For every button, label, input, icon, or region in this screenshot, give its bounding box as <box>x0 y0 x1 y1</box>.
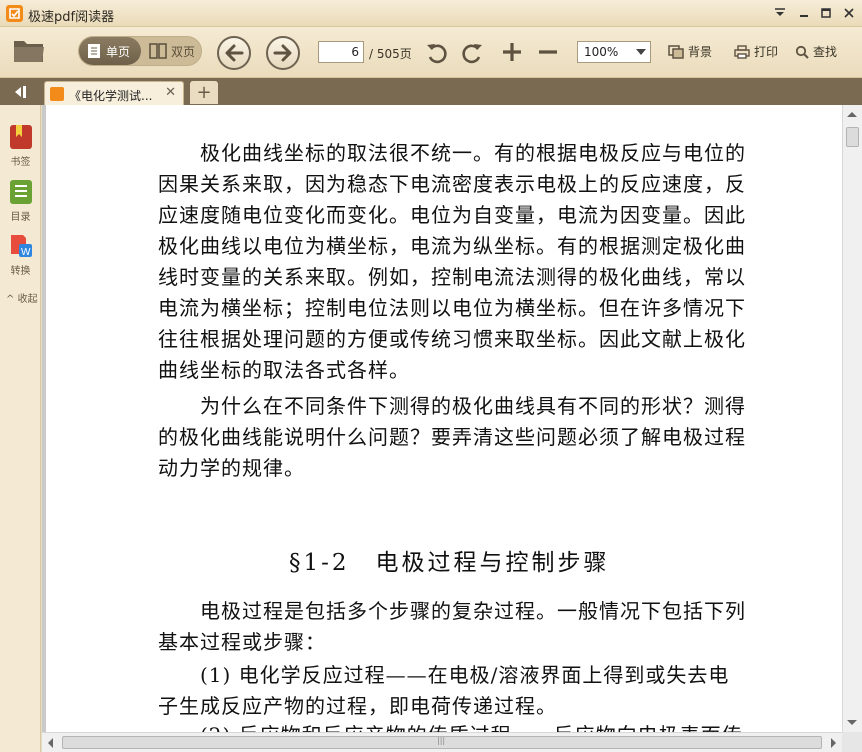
double-page-label: 双页 <box>171 44 196 59</box>
sidebar-item-label: 目录 <box>10 212 31 223</box>
close-icon[interactable] <box>839 4 859 22</box>
tab-bar: 《电化学测试... ✕ + <box>0 78 862 105</box>
pdf-to-word-icon: W <box>10 235 32 258</box>
text-line: 动力学的规律。 <box>158 456 305 480</box>
rotate-cw-icon <box>462 44 482 64</box>
chevron-up-icon: ^ <box>6 294 15 305</box>
single-page-label: 单页 <box>106 44 131 59</box>
sidebar-collapse-label: 收起 <box>17 294 38 305</box>
document-tab-label: 《电化学测试... <box>69 89 153 103</box>
page-total: / 505页 <box>369 47 412 61</box>
text-line: 的极化曲线能说明什么问题？要弄清这些问题必须了解电极过程 <box>158 425 746 449</box>
scroll-corner <box>842 732 862 752</box>
vertical-scroll-thumb[interactable] <box>846 127 859 147</box>
maximize-icon[interactable] <box>816 4 836 22</box>
pdf-page: 极化曲线坐标的取法很不统一。有的根据电极反应与电位的 因果关系来取，因为稳态下电… <box>46 105 842 732</box>
page-number-input[interactable]: 6 <box>318 41 364 63</box>
pdf-file-icon <box>50 87 64 101</box>
arrow-right-icon <box>273 44 292 62</box>
text-line: 线时变量的关系来取。例如，控制电流法测得的极化曲线，常以 <box>158 265 746 289</box>
text-line: 极化曲线坐标的取法很不统一。有的根据电极反应与电位的 <box>200 141 746 165</box>
sidebar-toggle-button[interactable] <box>0 78 40 105</box>
rotate-left-button[interactable] <box>425 41 449 69</box>
app-logo-icon <box>6 5 23 22</box>
text-line: 电极过程是包括多个步骤的复杂过程。一般情况下包括下列 <box>200 599 746 623</box>
toolbar: 单页 双页 6 / 505页 100% 背景 打印 查找 <box>0 27 862 78</box>
text-line: 极化曲线以电位为横坐标，电流为纵坐标。有的根据测定极化曲 <box>158 234 746 258</box>
view-mode-toggle: 单页 双页 <box>78 36 202 66</box>
svg-text:W: W <box>21 247 31 258</box>
text-line: 因果关系来取，因为稳态下电流密度表示电极上的反应速度，反 <box>158 172 746 196</box>
text-line: 子生成反应产物的过程，即电荷传递过程。 <box>158 694 557 718</box>
text-line: 曲线坐标的取法各式各样。 <box>158 358 410 382</box>
text-line: 电流为横坐标；控制电位法则以电位为横坐标。但在许多情况下 <box>158 296 746 320</box>
plus-icon <box>503 43 521 61</box>
text-line: 基本过程或步骤： <box>158 630 326 654</box>
scroll-left-icon[interactable] <box>48 738 53 748</box>
double-page-button[interactable]: 双页 <box>143 37 201 65</box>
sidebar: 书签 目录 W 转换 ^ 收起 <box>0 105 41 752</box>
horizontal-scrollbar[interactable]: ||| <box>42 732 842 752</box>
background-icon <box>668 44 684 59</box>
sidebar-collapse-button[interactable]: ^ 收起 <box>6 290 38 305</box>
vertical-scrollbar[interactable] <box>842 105 862 732</box>
minus-icon <box>539 50 557 54</box>
new-tab-button[interactable]: + <box>190 81 218 104</box>
background-button[interactable]: 背景 <box>668 43 712 60</box>
scroll-grip-icon: ||| <box>437 736 446 745</box>
printer-icon <box>734 44 750 59</box>
scroll-up-icon[interactable] <box>847 112 857 117</box>
zoom-in-button[interactable] <box>501 41 523 67</box>
sidebar-item-outline[interactable]: 目录 <box>0 174 41 226</box>
sidebar-item-label: 转换 <box>10 266 31 277</box>
next-page-button[interactable] <box>266 36 300 70</box>
bookmark-icon <box>9 125 32 149</box>
single-page-icon <box>88 44 100 58</box>
text-line: (2) 反应物和反应产物的传质过程——反应物向电极表面传 <box>200 719 810 732</box>
single-page-button[interactable]: 单页 <box>79 37 141 65</box>
title-bar: 极速pdf阅读器 <box>0 0 862 27</box>
rotate-ccw-icon <box>427 44 447 64</box>
tab-close-icon[interactable]: ✕ <box>165 85 176 100</box>
menu-dropdown-icon[interactable] <box>770 4 790 22</box>
sidebar-item-convert[interactable]: W 转换 <box>0 228 41 280</box>
document-viewer[interactable]: 极化曲线坐标的取法很不统一。有的根据电极反应与电位的 因果关系来取，因为稳态下电… <box>42 105 842 732</box>
sidebar-item-label: 书签 <box>10 157 31 168</box>
open-folder-button[interactable] <box>12 36 46 68</box>
window-title: 极速pdf阅读器 <box>28 10 115 25</box>
minimize-icon[interactable] <box>794 4 814 22</box>
double-page-icon <box>149 43 167 59</box>
search-icon <box>795 45 809 59</box>
scroll-right-icon[interactable] <box>831 738 836 748</box>
outline-icon <box>9 180 32 204</box>
arrow-left-icon <box>225 44 244 62</box>
sidebar-item-bookmarks[interactable]: 书签 <box>0 119 41 171</box>
collapse-left-icon <box>15 85 26 98</box>
zoom-value: 100% <box>584 45 619 59</box>
search-label: 查找 <box>813 45 838 59</box>
zoom-select[interactable]: 100% <box>577 41 651 63</box>
prev-page-button[interactable] <box>217 36 251 70</box>
document-tab[interactable]: 《电化学测试... ✕ <box>44 81 184 105</box>
text-line: 应速度随电位变化而变化。电位为自变量，电流为因变量。因此 <box>158 203 746 227</box>
rotate-right-button[interactable] <box>460 41 484 69</box>
print-label: 打印 <box>754 45 779 59</box>
text-line: 为什么在不同条件下测得的极化曲线具有不同的形状？测得 <box>200 394 746 418</box>
folder-icon <box>14 41 44 62</box>
background-label: 背景 <box>688 45 713 59</box>
text-line: 往往根据处理问题的方便或传统习惯来取坐标。因此文献上极化 <box>158 327 746 351</box>
print-button[interactable]: 打印 <box>734 43 778 60</box>
scroll-down-icon[interactable] <box>847 720 857 725</box>
search-button[interactable]: 查找 <box>795 43 837 60</box>
text-line: (1) 电化学反应过程——在电极/溶液界面上得到或失去电 <box>200 663 730 687</box>
section-heading: §1-2 电极过程与控制步骤 <box>289 550 610 576</box>
chevron-down-icon <box>636 49 646 55</box>
zoom-out-button[interactable] <box>537 41 559 67</box>
